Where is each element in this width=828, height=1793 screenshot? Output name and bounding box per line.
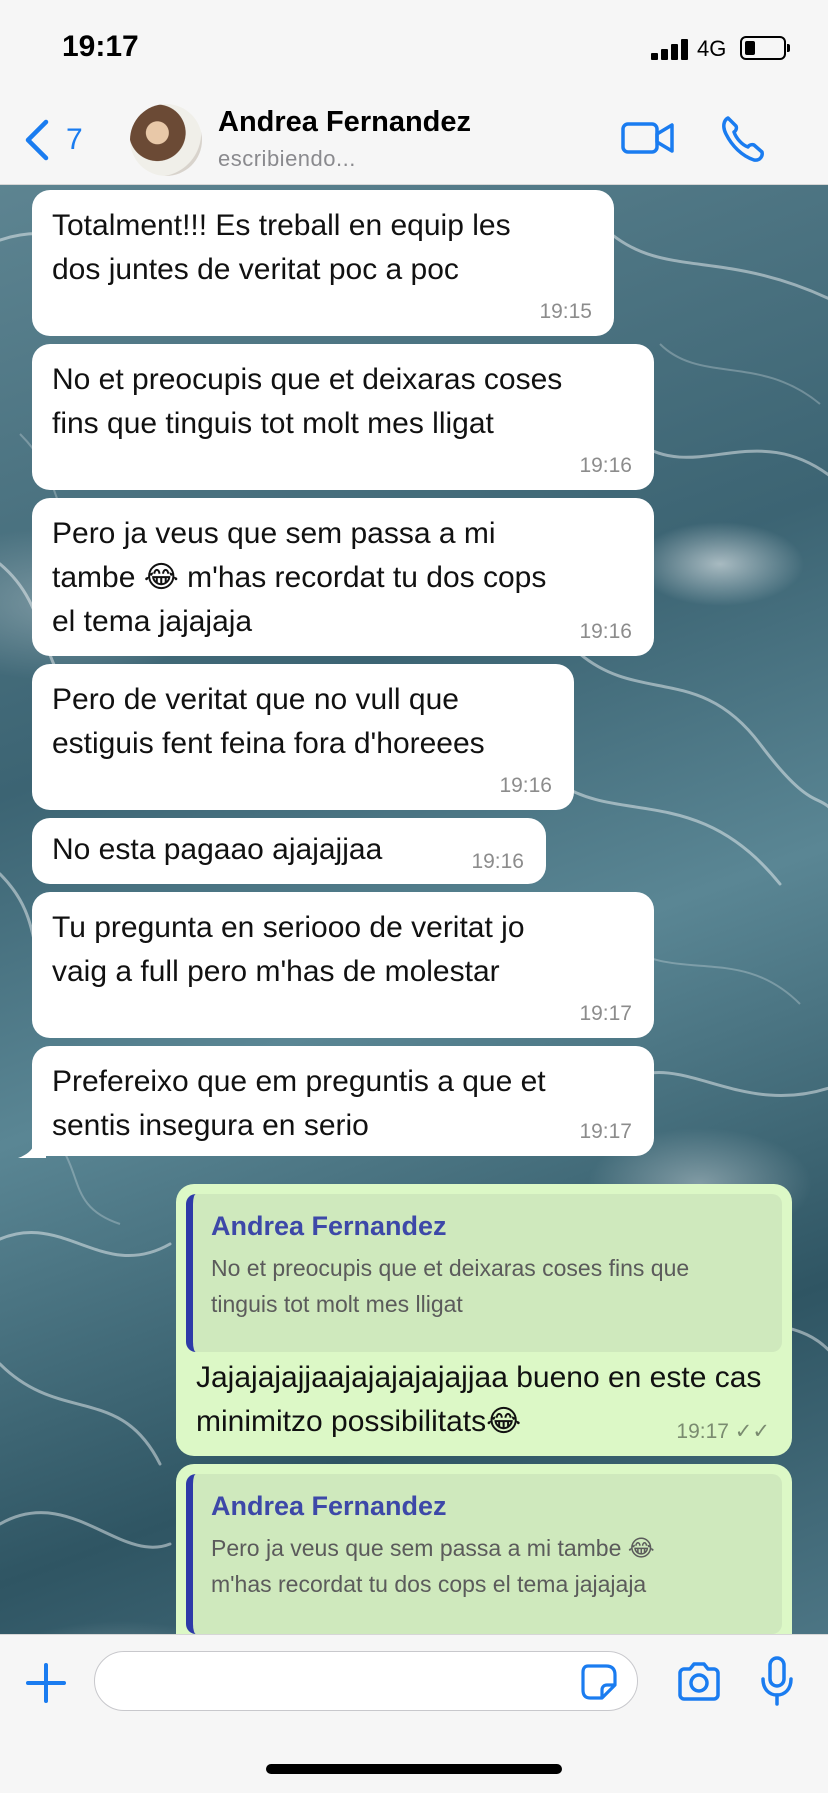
message-time: 19:15 [539, 300, 592, 323]
signal-strength-icon [651, 38, 689, 60]
quoted-text: No et preocupis que et deixaras coses fi… [211, 1255, 690, 1317]
quoted-message[interactable]: Andrea Fernandez No et preocupis que et … [186, 1194, 782, 1352]
message-time: 19:17 [579, 1002, 632, 1025]
message-text: No et preocupis que et deixaras coses fi… [52, 363, 563, 440]
message-time: 19:16 [579, 620, 632, 643]
message-text: Tu pregunta en seriooo de veritat jo vai… [52, 911, 525, 988]
message-text: Totalment!!! Es treball en equip les dos… [52, 209, 511, 286]
battery-icon [740, 36, 790, 60]
message-bubble[interactable]: No et preocupis que et deixaras coses fi… [32, 344, 654, 490]
message-time: 19:16 [579, 454, 632, 477]
contact-name[interactable]: Andrea Fernandez [218, 106, 471, 139]
message-bubble[interactable]: No esta pagaao ajajajjaa 19:16 [32, 818, 546, 884]
chat-header: 19:17 4G 7 Andrea Fernandez escribiendo.… [0, 0, 828, 185]
message-time: 19:16 [471, 850, 524, 873]
typing-status: escribiendo... [218, 146, 356, 171]
plus-icon[interactable] [24, 1661, 68, 1705]
video-camera-icon[interactable] [620, 116, 676, 160]
reply-message-bubble[interactable]: Andrea Fernandez No et preocupis que et … [176, 1184, 792, 1456]
contact-avatar[interactable] [130, 104, 202, 176]
sticker-icon[interactable] [580, 1663, 618, 1701]
camera-icon[interactable] [676, 1661, 722, 1703]
message-bubble[interactable]: Prefereixo que em preguntis a que et sen… [32, 1046, 654, 1156]
message-time-read-receipt: 19:17 ✓✓ [676, 1420, 770, 1443]
quoted-message[interactable]: Andrea Fernandez Pero ja veus que sem pa… [186, 1474, 782, 1634]
message-text: Prefereixo que em preguntis a que et sen… [52, 1065, 546, 1142]
quoted-text: Pero ja veus que sem passa a mi tambe 😂 … [211, 1535, 655, 1597]
unread-count: 7 [66, 123, 83, 156]
status-time: 19:17 [62, 30, 139, 63]
phone-icon[interactable] [720, 114, 764, 162]
network-type: 4G [697, 36, 727, 61]
message-bubble[interactable]: Tu pregunta en seriooo de veritat jo vai… [32, 892, 654, 1038]
message-input[interactable] [94, 1651, 638, 1711]
back-button[interactable]: 7 [22, 118, 83, 162]
message-bubble[interactable]: Pero de veritat que no vull que estiguis… [32, 664, 574, 810]
message-bubble[interactable]: Totalment!!! Es treball en equip les dos… [32, 190, 614, 336]
message-bubble[interactable]: Pero ja veus que sem passa a mi tambe 😂 … [32, 498, 654, 656]
message-text: Pero ja veus que sem passa a mi tambe 😂 … [52, 517, 547, 638]
message-time: 19:16 [499, 774, 552, 797]
message-time: 19:17 [579, 1120, 632, 1143]
home-indicator[interactable] [266, 1764, 562, 1774]
bubble-tail [18, 1134, 46, 1158]
chevron-left-icon [25, 119, 49, 161]
message-text: No esta pagaao ajajajjaa [52, 833, 383, 866]
quoted-sender-name: Andrea Fernandez [211, 1491, 447, 1521]
quoted-sender-name: Andrea Fernandez [211, 1211, 447, 1241]
microphone-icon[interactable] [760, 1655, 794, 1707]
message-text: Pero de veritat que no vull que estiguis… [52, 683, 485, 760]
